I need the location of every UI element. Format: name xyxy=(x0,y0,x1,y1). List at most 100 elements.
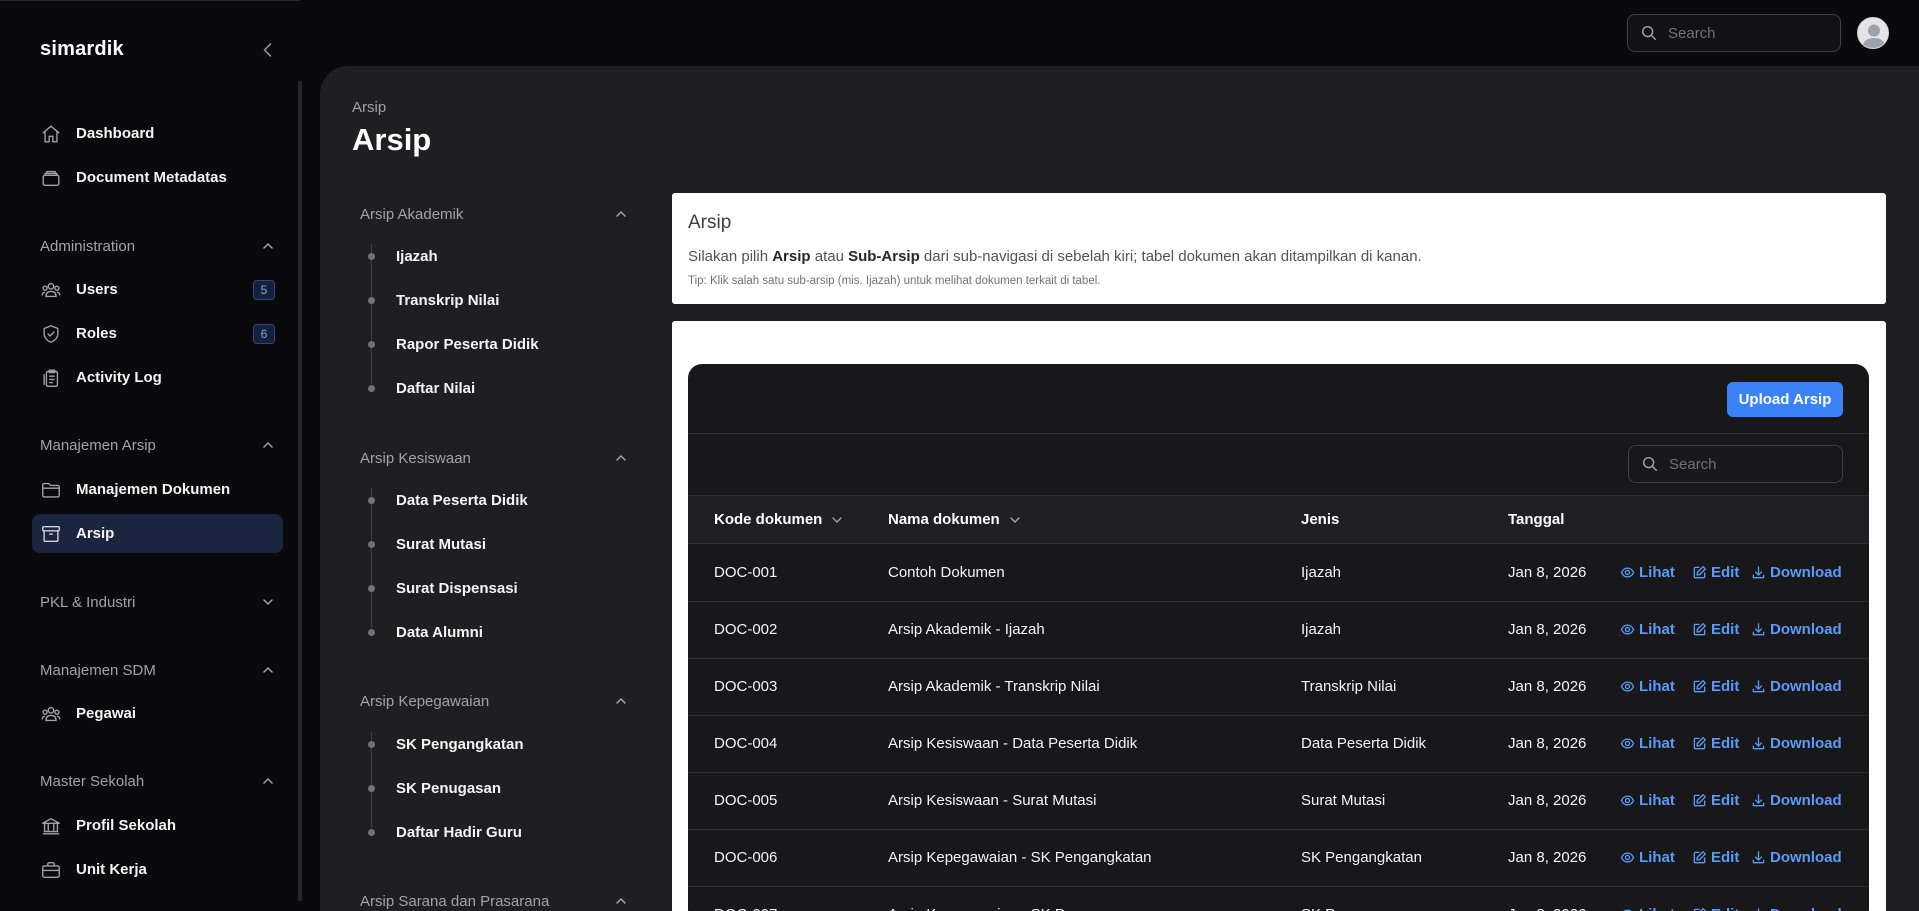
action-label: Lihat xyxy=(1639,678,1675,695)
download-action[interactable]: Download xyxy=(1751,906,1842,911)
layers-icon xyxy=(40,167,62,189)
pencil-square-icon xyxy=(1692,907,1707,911)
sidebar: simardik Dashboard Document Metadatas Ad… xyxy=(0,0,302,911)
subnav-group-arsip-kesiswaan[interactable]: Arsip Kesiswaan xyxy=(360,447,628,469)
sidebar-group-pkl-industri[interactable]: PKL & Industri xyxy=(40,591,275,613)
download-action[interactable]: Download xyxy=(1751,792,1842,809)
subnav-item-label: Daftar Nilai xyxy=(396,379,476,397)
subnav-item-label: Surat Dispensasi xyxy=(396,579,518,597)
sidebar-item-users[interactable]: Users 5 xyxy=(32,270,283,309)
edit-action[interactable]: Edit xyxy=(1692,849,1739,866)
sidebar-group-manajemen-arsip[interactable]: Manajemen Arsip xyxy=(40,434,275,456)
info-card-tip: Tip: Klik salah satu sub-arsip (mis. Ija… xyxy=(688,275,1101,287)
action-label: Edit xyxy=(1711,621,1740,638)
sidebar-item-manajemen-dokumen[interactable]: Manajemen Dokumen xyxy=(32,470,283,509)
table-search-input[interactable] xyxy=(1669,455,1819,473)
cell-kode: DOC-004 xyxy=(714,735,778,752)
sidebar-item-label: Document Metadatas xyxy=(76,169,227,186)
subnav-item-sk-pengangkatan[interactable]: SK Pengangkatan xyxy=(360,732,524,756)
sidebar-item-pegawai[interactable]: Pegawai xyxy=(32,694,283,733)
subnav-item-label: SK Penugasan xyxy=(396,779,502,797)
download-action[interactable]: Download xyxy=(1751,621,1842,638)
main-panel: Arsip Arsip Arsip Akademik Ijazah Transk… xyxy=(320,66,1919,911)
pencil-square-icon xyxy=(1692,850,1707,865)
pencil-square-icon xyxy=(1692,679,1707,694)
cell-kode: DOC-006 xyxy=(714,849,778,866)
subnav-item-data-peserta-didik[interactable]: Data Peserta Didik xyxy=(360,488,528,512)
edit-action[interactable]: Edit xyxy=(1692,735,1739,752)
sidebar-item-profil-sekolah[interactable]: Profil Sekolah xyxy=(32,806,283,845)
subnav-item-surat-mutasi[interactable]: Surat Mutasi xyxy=(360,532,486,556)
edit-action[interactable]: Edit xyxy=(1692,678,1739,695)
table-row: DOC-006 Arsip Kepegawaian - SK Pengangkat… xyxy=(688,830,1869,887)
download-action[interactable]: Download xyxy=(1751,735,1842,752)
table-search[interactable] xyxy=(1628,445,1843,483)
subnav-group-arsip-akademik[interactable]: Arsip Akademik xyxy=(360,203,628,225)
download-action[interactable]: Download xyxy=(1751,849,1842,866)
sidebar-group-manajemen-sdm[interactable]: Manajemen SDM xyxy=(40,659,275,681)
action-label: Edit xyxy=(1711,792,1740,809)
subnav-item-data-alumni[interactable]: Data Alumni xyxy=(360,620,483,644)
table-row: DOC-007 Arsip Kepegawaian - SK Penugasan S… xyxy=(688,887,1869,911)
cell-nama: Contoh Dokumen xyxy=(888,564,1005,581)
sidebar-item-dashboard[interactable]: Dashboard xyxy=(32,114,283,153)
cell-tanggal: Jan 8, 2026 xyxy=(1508,564,1587,581)
sidebar-group-administration[interactable]: Administration xyxy=(40,235,275,257)
action-label: Download xyxy=(1770,678,1842,695)
cell-jenis: SK Pengangkatan xyxy=(1301,849,1422,866)
subnav-item-ijazah[interactable]: Ijazah xyxy=(360,244,438,268)
subnav-group-arsip-kepegawaian[interactable]: Arsip Kepegawaian xyxy=(360,690,628,712)
sidebar-group-master-sekolah[interactable]: Master Sekolah xyxy=(40,770,275,792)
view-action[interactable]: Lihat xyxy=(1620,906,1675,911)
subnav-item-sk-penugasan[interactable]: SK Penugasan xyxy=(360,776,501,800)
folder-icon xyxy=(40,479,62,501)
edit-action[interactable]: Edit xyxy=(1692,564,1739,581)
sidebar-item-roles[interactable]: Roles 6 xyxy=(32,314,283,353)
edit-action[interactable]: Edit xyxy=(1692,621,1739,638)
archive-box-icon xyxy=(40,523,62,545)
bullet-dot xyxy=(368,784,375,792)
sidebar-item-unit-kerja[interactable]: Unit Kerja xyxy=(32,850,283,889)
column-header-nama[interactable]: Nama dokumen xyxy=(888,511,1022,528)
pencil-square-icon xyxy=(1692,736,1707,751)
edit-action[interactable]: Edit xyxy=(1692,906,1739,911)
view-action[interactable]: Lihat xyxy=(1620,849,1675,866)
column-header-jenis: Jenis xyxy=(1301,511,1340,528)
column-header-kode[interactable]: Kode dokumen xyxy=(714,511,844,528)
view-action[interactable]: Lihat xyxy=(1620,735,1675,752)
edit-action[interactable]: Edit xyxy=(1692,792,1739,809)
subnav-item-surat-dispensasi[interactable]: Surat Dispensasi xyxy=(360,576,518,600)
avatar[interactable] xyxy=(1857,17,1889,49)
search-icon xyxy=(1641,455,1659,473)
subnav-item-daftar-hadir-guru[interactable]: Daftar Hadir Guru xyxy=(360,820,522,844)
subnav-item-daftar-nilai[interactable]: Daftar Nilai xyxy=(360,376,475,400)
download-icon xyxy=(1751,622,1766,637)
sidebar-item-activity-log[interactable]: Activity Log xyxy=(32,358,283,397)
download-action[interactable]: Download xyxy=(1751,678,1842,695)
sidebar-item-document-metadatas[interactable]: Document Metadatas xyxy=(32,158,283,197)
view-action[interactable]: Lihat xyxy=(1620,564,1675,581)
bullet-dot xyxy=(368,740,375,748)
sidebar-group-label: Manajemen SDM xyxy=(40,661,156,679)
subnav-item-transkrip-nilai[interactable]: Transkrip Nilai xyxy=(360,288,499,312)
subnav-group-arsip-sarana-prasarana[interactable]: Arsip Sarana dan Prasarana xyxy=(360,890,628,911)
shield-check-icon xyxy=(40,323,62,345)
breadcrumb[interactable]: Arsip xyxy=(352,99,386,116)
sidebar-scrollbar[interactable] xyxy=(298,81,302,901)
collapse-sidebar-icon[interactable] xyxy=(258,40,278,60)
subnav-item-rapor-peserta-didik[interactable]: Rapor Peserta Didik xyxy=(360,332,539,356)
view-action[interactable]: Lihat xyxy=(1620,792,1675,809)
chevron-down-icon xyxy=(261,595,275,609)
sidebar-item-arsip[interactable]: Arsip xyxy=(32,514,283,553)
bullet-dot xyxy=(368,296,375,304)
chevron-up-icon xyxy=(261,239,275,253)
upload-arsip-button[interactable]: Upload Arsip xyxy=(1727,382,1843,417)
global-search-input[interactable] xyxy=(1668,24,1818,42)
download-action[interactable]: Download xyxy=(1751,564,1842,581)
view-action[interactable]: Lihat xyxy=(1620,678,1675,695)
global-search[interactable] xyxy=(1627,14,1841,52)
eye-icon xyxy=(1620,850,1635,865)
info-card: Arsip Silakan pilih Arsip atau Sub-Arsip… xyxy=(672,193,1886,304)
view-action[interactable]: Lihat xyxy=(1620,621,1675,638)
chevron-up-icon xyxy=(261,438,275,452)
